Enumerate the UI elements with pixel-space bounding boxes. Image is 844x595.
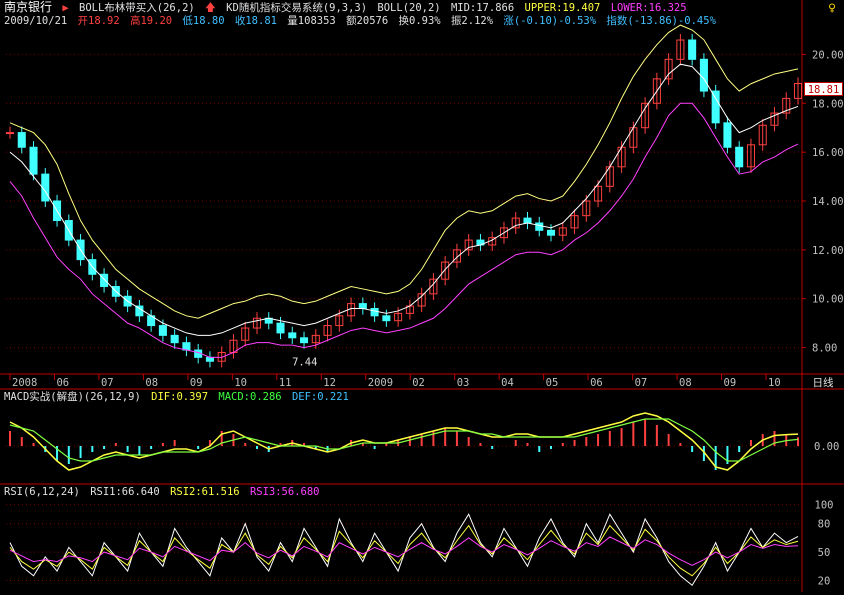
rsi-1: RSI1:66.640 — [90, 486, 160, 498]
rsi-tick-label: 20 — [818, 576, 831, 588]
index-change: 指数(-13.86)-0.45% — [606, 15, 716, 27]
candle — [17, 132, 26, 148]
indicator-1-label[interactable]: BOLL布林带买入(26,2) — [79, 2, 195, 14]
amount: 额20576 — [346, 15, 389, 27]
candle — [358, 303, 367, 309]
macd-macd: MACD:0.286 — [218, 391, 282, 403]
macd-def: DEF:0.221 — [291, 391, 349, 403]
price-extreme-label: 7.44 — [292, 356, 317, 368]
date-tick-label: 2009 — [368, 377, 393, 389]
date-tick-label: 2008 — [12, 377, 37, 389]
date-tick-label: 07 — [101, 377, 114, 389]
rsi-header: RSI(6,12,24) RSI1:66.640 RSI2:61.516 RSI… — [4, 486, 323, 499]
stock-name[interactable]: 南京银行 — [4, 0, 52, 14]
quote-date: 2009/10/21 — [4, 15, 68, 27]
price-tick-label: 14.00 — [812, 196, 844, 208]
date-tick-label: 04 — [501, 377, 514, 389]
title-row: 南京银行 ▶ BOLL布林带买入(26,2) 🡅 KD随机指标交易系统(9,3,… — [4, 1, 691, 15]
boll-lower-value: LOWER:16.325 — [610, 2, 687, 14]
quote-info-row: 2009/10/21 开18.92 高19.20 低18.80 收18.81 量… — [4, 15, 720, 28]
date-tick-label: 12 — [323, 377, 336, 389]
rsi3-line — [9, 536, 799, 566]
macd-dif: DIF:0.397 — [151, 391, 209, 403]
stock-chart-window: 20.0018.0016.0014.0012.0010.008.0020.597… — [0, 0, 844, 592]
price-tick-label: 18.00 — [812, 98, 844, 110]
rsi1-line — [9, 513, 799, 587]
candle — [382, 315, 391, 322]
macd-header: MACD实战(解盘)(26,12,9) DIF:0.397 MACD:0.286… — [4, 391, 353, 404]
candle — [182, 342, 191, 351]
turnover: 换0.93% — [398, 15, 441, 27]
open-price: 开18.92 — [77, 15, 120, 27]
date-tick-label: 03 — [457, 377, 470, 389]
date-tick-label: 06 — [590, 377, 603, 389]
date-tick-label: 07 — [635, 377, 648, 389]
lower-band-line — [9, 102, 799, 358]
price-tick-label: 20.00 — [812, 49, 844, 61]
candle — [535, 222, 544, 231]
candle — [711, 90, 720, 124]
date-tick-label: 08 — [679, 377, 692, 389]
macd-dea-line — [9, 418, 799, 462]
candle — [370, 307, 379, 317]
chart-canvas[interactable]: 20.0018.0016.0014.0012.0010.008.0020.597… — [0, 0, 844, 592]
price-tick-label: 10.00 — [812, 294, 844, 306]
candle — [300, 337, 309, 344]
candle — [29, 146, 38, 175]
candle — [546, 229, 556, 236]
low-price: 低18.80 — [182, 15, 225, 27]
date-tick-label: 08 — [145, 377, 158, 389]
candle — [723, 122, 732, 148]
price-tick-label: 8.00 — [812, 343, 837, 355]
macd-tick-label: 0.00 — [814, 441, 839, 453]
rsi-tick-label: 100 — [815, 500, 834, 512]
volume: 量108353 — [287, 15, 336, 27]
date-tick-label: 11 — [279, 377, 292, 389]
candle — [276, 322, 285, 334]
boll-label[interactable]: BOLL(20,2) — [377, 2, 440, 14]
indicator-2-label[interactable]: KD随机指标交易系统(9,3,3) — [226, 2, 367, 14]
rsi-tick-label: 80 — [818, 519, 831, 531]
alert-bell-icon[interactable]: ♀ — [824, 1, 840, 17]
date-tick-label: 06 — [56, 377, 69, 389]
candle — [205, 356, 214, 362]
change: 涨(-0.10)-0.53% — [503, 15, 597, 27]
candle — [5, 132, 15, 135]
date-tick-label: 02 — [412, 377, 425, 389]
date-tick-label: 10 — [768, 377, 781, 389]
current-price-tag: 18.81 — [804, 82, 843, 96]
date-tick-label: 09 — [724, 377, 737, 389]
price-tick-label: 12.00 — [812, 245, 844, 257]
candle — [170, 334, 179, 344]
candle — [699, 58, 708, 92]
boll-mid-value: MID:17.866 — [450, 2, 515, 14]
price-tick-label: 16.00 — [812, 147, 844, 159]
candle — [288, 332, 297, 339]
boll-upper-value: UPPER:19.407 — [524, 2, 601, 14]
macd-name[interactable]: MACD实战(解盘)(26,12,9) — [4, 391, 141, 403]
upper-band-line — [9, 24, 799, 319]
candle — [158, 325, 167, 336]
amplitude: 振2.12% — [450, 15, 494, 27]
candle — [735, 146, 744, 168]
date-tick-label: 10 — [234, 377, 247, 389]
buy-signal-icon: ▶ — [62, 2, 69, 14]
date-tick-label: 09 — [190, 377, 203, 389]
rsi-2: RSI2:61.516 — [170, 486, 240, 498]
candle — [523, 217, 532, 224]
high-price: 高19.20 — [129, 15, 173, 27]
candle — [688, 39, 697, 60]
date-tick-label: 05 — [546, 377, 559, 389]
rsi-tick-label: 50 — [818, 547, 831, 559]
rsi-name[interactable]: RSI(6,12,24) — [4, 486, 80, 498]
rsi-3: RSI3:56.680 — [249, 486, 320, 498]
period-label: 日线 — [813, 376, 834, 389]
up-arrow-icon: 🡅 — [205, 2, 216, 14]
close-price: 收18.81 — [234, 15, 277, 27]
mid-band-line — [9, 63, 799, 336]
